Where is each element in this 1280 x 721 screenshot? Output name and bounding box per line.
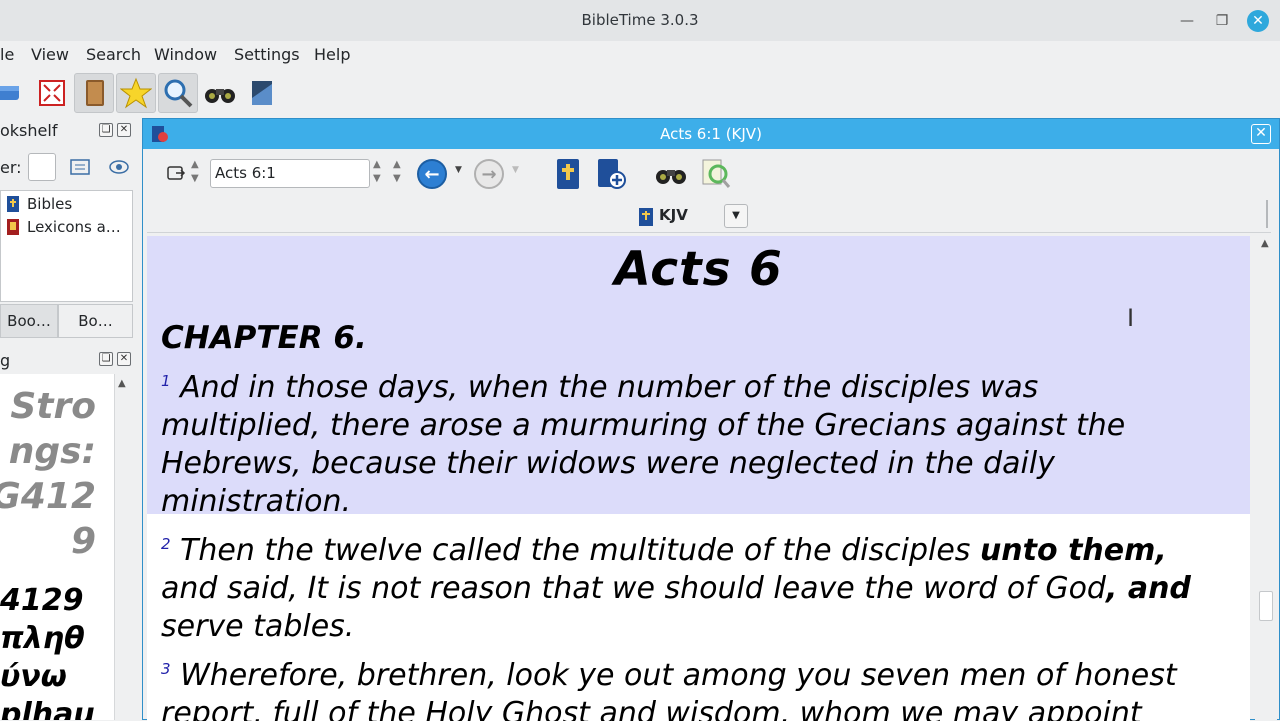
forward-arrow-icon: → xyxy=(474,159,504,189)
book-spinner-icon[interactable]: ▲ ▼ xyxy=(191,158,199,186)
menu-settings[interactable]: Settings xyxy=(234,45,300,64)
tree-item-bibles[interactable]: Bibles xyxy=(5,193,72,215)
maximize-icon[interactable]: ❐ xyxy=(1211,10,1233,32)
subwindow-title: Acts 6:1 (KJV) xyxy=(660,125,762,143)
tab-bookshelf[interactable]: Boo… xyxy=(0,304,58,338)
menu-window[interactable]: Window xyxy=(154,45,217,64)
show-hidden-icon[interactable] xyxy=(108,158,130,180)
text-cursor-icon: I xyxy=(1127,304,1135,332)
filter-label: er: xyxy=(0,158,22,177)
module-dropdown-icon[interactable]: ▼ xyxy=(724,204,748,228)
bible-subwindow: Acts 6:1 (KJV) ✕ ▲ ▼ Acts 6:1 ▲ ▼ ▲ ▼ ← ▼ →… xyxy=(142,118,1280,721)
sync-icon[interactable] xyxy=(167,165,187,185)
bookshelf-tabs: Boo… Bo… xyxy=(0,304,133,338)
bible-text-view[interactable]: Acts 6 CHAPTER 6. 1 And in those days, w… xyxy=(147,236,1250,721)
scroll-up-icon[interactable]: ▲ xyxy=(118,378,126,389)
navigation-toolbar: ▲ ▼ Acts 6:1 ▲ ▼ ▲ ▼ ← ▼ → ▼ xyxy=(143,149,1279,197)
subwindow-titlebar: Acts 6:1 (KJV) ✕ xyxy=(143,119,1279,149)
subwindow-close-icon[interactable]: ✕ xyxy=(1251,124,1271,144)
verse-number: 2 xyxy=(161,535,171,553)
scroll-up-icon[interactable]: ▲ xyxy=(1261,238,1269,249)
float-mag-icon[interactable]: ❏ xyxy=(99,352,113,366)
mag-panel-title: g xyxy=(0,351,11,370)
scroll-thumb[interactable] xyxy=(1259,591,1273,621)
verse-spinner-icon[interactable]: ▲ ▼ xyxy=(393,158,401,186)
bookshelf-tree: Bibles Lexicons a… xyxy=(0,190,133,302)
bookmarks-star-icon[interactable] xyxy=(116,73,156,113)
verse-2[interactable]: 2 Then the twelve called the multitude o… xyxy=(161,525,1246,646)
tree-item-label: Bibles xyxy=(27,195,73,213)
close-mag-icon[interactable]: ✕ xyxy=(117,352,131,366)
float-panel-icon[interactable]: ❏ xyxy=(99,123,113,137)
verse-3[interactable]: 3 Wherefore, brethren, look ye out among… xyxy=(161,650,1246,721)
bible-icon xyxy=(7,196,19,212)
bookshelf-panel-title: okshelf xyxy=(0,121,58,140)
menu-search[interactable]: Search xyxy=(86,45,141,64)
grouping-icon[interactable] xyxy=(70,158,90,180)
verse-1[interactable]: 1 And in those days, when the number of … xyxy=(161,362,1246,521)
tab-bookmarks[interactable]: Bo… xyxy=(58,304,133,338)
modbar-divider xyxy=(1266,200,1268,228)
forward-dropdown-icon: ▼ xyxy=(512,165,519,175)
lexicon-icon xyxy=(7,219,19,235)
module-chooser-bar: KJV ▼ xyxy=(147,199,1271,233)
mag-content: Stro ngs: G412 9 4129 πληθ ύνω plhau xyxy=(0,374,114,720)
display-settings-icon[interactable] xyxy=(700,158,732,194)
chapter-spinner-icon[interactable]: ▲ ▼ xyxy=(373,158,381,186)
notes-icon[interactable] xyxy=(242,73,282,113)
strongs-number: Stro ngs: G412 9 xyxy=(0,386,96,562)
verse-number: 1 xyxy=(161,372,171,390)
back-arrow-icon[interactable]: ← xyxy=(417,159,447,189)
book-heading: Acts 6 xyxy=(614,242,783,297)
main-toolbar xyxy=(0,68,1280,118)
mag-search-icon[interactable] xyxy=(158,73,198,113)
back-dropdown-icon[interactable]: ▼ xyxy=(455,165,462,175)
menu-help[interactable]: Help xyxy=(314,45,350,64)
chapter-heading: CHAPTER 6. xyxy=(161,320,367,356)
module-name[interactable]: KJV xyxy=(659,206,688,224)
close-icon[interactable]: ✕ xyxy=(1247,10,1269,32)
menu-file[interactable]: le xyxy=(0,45,14,64)
key-input[interactable]: Acts 6:1 xyxy=(210,159,370,188)
search-binoculars-icon[interactable] xyxy=(200,73,240,113)
window-titlebar: BibleTime 3.0.3 — ❐ ✕ xyxy=(0,0,1280,41)
fullscreen-icon[interactable] xyxy=(32,73,72,113)
text-scrollbar[interactable]: ▲ xyxy=(1255,236,1277,721)
menubar: le View Search Window Settings Help xyxy=(0,41,1280,68)
close-panel-icon[interactable]: ✕ xyxy=(117,123,131,137)
verse-number: 3 xyxy=(161,660,171,678)
minimize-icon[interactable]: — xyxy=(1176,10,1198,32)
search-in-module-icon[interactable] xyxy=(655,163,687,189)
greek-entry: 4129 πληθ ύνω plhau xyxy=(0,583,95,720)
filter-input[interactable] xyxy=(28,153,56,181)
window-tile-icon[interactable] xyxy=(0,73,26,113)
module-bible-icon xyxy=(639,208,653,226)
bookshelf-icon[interactable] xyxy=(74,73,114,113)
tree-item-lexicons[interactable]: Lexicons a… xyxy=(5,216,121,238)
add-bible-icon[interactable] xyxy=(595,157,627,195)
mag-scrollbar[interactable]: ▲ xyxy=(114,374,131,720)
window-title: BibleTime 3.0.3 xyxy=(581,11,699,29)
choose-bible-icon[interactable] xyxy=(554,157,582,195)
tree-item-label: Lexicons a… xyxy=(27,218,121,236)
menu-view[interactable]: View xyxy=(31,45,69,64)
